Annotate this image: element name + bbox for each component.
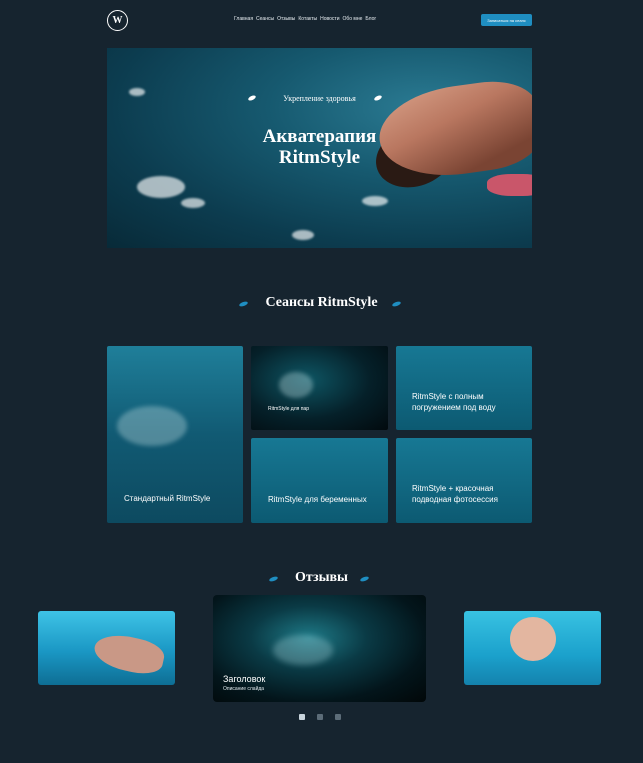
session-card-photoshoot[interactable]: RitmStyle + красочная подводная фотосесс… bbox=[396, 438, 532, 523]
review-slide-next[interactable] bbox=[464, 611, 601, 685]
woman-image bbox=[91, 630, 167, 678]
logo-letter: W bbox=[112, 15, 123, 26]
nav-item-contacts[interactable]: Котакты bbox=[298, 16, 317, 22]
sessions-title: Сеансы RitmStyle bbox=[265, 295, 378, 310]
carousel-dot[interactable] bbox=[335, 714, 341, 720]
water-ripple bbox=[137, 176, 185, 198]
water-ripple bbox=[181, 198, 205, 208]
session-card-label: RitmStyle с полным погружением под воду bbox=[412, 392, 496, 412]
session-card-standard[interactable]: Стандартный RitmStyle bbox=[107, 346, 243, 523]
carousel-dots bbox=[299, 714, 341, 720]
nav-item-sessions[interactable]: Сеансы bbox=[256, 16, 274, 22]
hero-banner: Укрепление здоровья Акватерапия RitmStyl… bbox=[107, 48, 532, 248]
swimmer-image bbox=[279, 372, 313, 398]
book-session-button[interactable]: Записаться на сеанс bbox=[481, 14, 532, 26]
session-card-couples[interactable]: RitmStyle для пар bbox=[251, 346, 388, 430]
session-card-label: RitmStyle + красочная подводная фотосесс… bbox=[412, 484, 498, 504]
slide-title: Заголовок bbox=[223, 674, 266, 684]
hero-title-line1: Акватерапия bbox=[262, 126, 377, 147]
swimmer-image bbox=[117, 406, 187, 446]
site-header: W Главная Сеансы Отзывы Котакты Новости … bbox=[107, 8, 532, 32]
hero-swimsuit bbox=[487, 174, 532, 196]
review-slide-active[interactable]: Заголовок Описание слайда bbox=[213, 595, 426, 702]
slide-description: Описание слайда bbox=[223, 686, 265, 692]
carousel-dot[interactable] bbox=[299, 714, 305, 720]
nav-item-news[interactable]: Новости bbox=[320, 16, 339, 22]
hero-title: Акватерапия RitmStyle bbox=[107, 126, 532, 168]
nav-item-reviews[interactable]: Отзывы bbox=[277, 16, 295, 22]
hero-title-line2: RitmStyle bbox=[278, 147, 361, 168]
session-card-label: Стандартный RitmStyle bbox=[124, 494, 211, 503]
session-card-label: RitmStyle для пар bbox=[268, 406, 309, 412]
session-card-pregnant[interactable]: RitmStyle для беременных bbox=[251, 438, 388, 523]
carousel-dot[interactable] bbox=[317, 714, 323, 720]
water-ripple bbox=[292, 230, 314, 240]
swimmer-image bbox=[273, 635, 333, 665]
hero-subtitle: Укрепление здоровья bbox=[283, 94, 356, 103]
baby-image bbox=[510, 617, 556, 661]
nav-item-blog[interactable]: Блог bbox=[365, 16, 376, 22]
session-card-full-immersion[interactable]: RitmStyle с полным погружением под воду bbox=[396, 346, 532, 430]
main-nav: Главная Сеансы Отзывы Котакты Новости Об… bbox=[234, 16, 376, 22]
water-ripple bbox=[362, 196, 388, 206]
nav-item-about[interactable]: Обо мне bbox=[342, 16, 362, 22]
session-card-label: RitmStyle для беременных bbox=[268, 495, 367, 504]
logo[interactable]: W bbox=[107, 10, 128, 31]
reviews-title: Отзывы bbox=[295, 570, 348, 585]
nav-item-home[interactable]: Главная bbox=[234, 16, 253, 22]
review-slide-prev[interactable] bbox=[38, 611, 175, 685]
